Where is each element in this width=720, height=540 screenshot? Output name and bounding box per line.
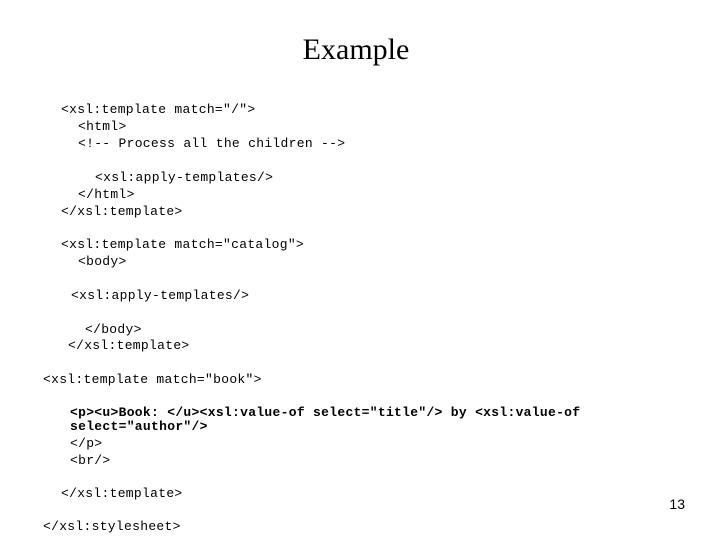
code-line: </html>: [78, 187, 135, 202]
code-line: <!-- Process all the children -->: [78, 136, 346, 151]
slide-title: Example: [302, 33, 410, 66]
code-line: </xsl:stylesheet>: [43, 519, 181, 534]
code-line: <xsl:template match="catalog">: [61, 237, 305, 252]
code-line: </xsl:template>: [68, 338, 190, 353]
code-line: <xsl:template match="/">: [61, 102, 256, 117]
code-line: </xsl:template>: [61, 204, 183, 219]
code-line: select="author"/>: [70, 419, 208, 434]
code-line: <xsl:apply-templates/>: [71, 288, 250, 303]
code-line: <br/>: [70, 453, 111, 468]
code-line: </body>: [85, 322, 142, 337]
code-line: </xsl:template>: [61, 486, 183, 501]
code-line: <xsl:template match="book">: [43, 372, 262, 387]
code-line: </p>: [70, 436, 103, 451]
code-line: <html>: [78, 119, 127, 134]
code-line: <xsl:apply-templates/>: [95, 170, 274, 185]
page-number: 13: [669, 496, 685, 512]
code-line: <body>: [78, 254, 127, 269]
